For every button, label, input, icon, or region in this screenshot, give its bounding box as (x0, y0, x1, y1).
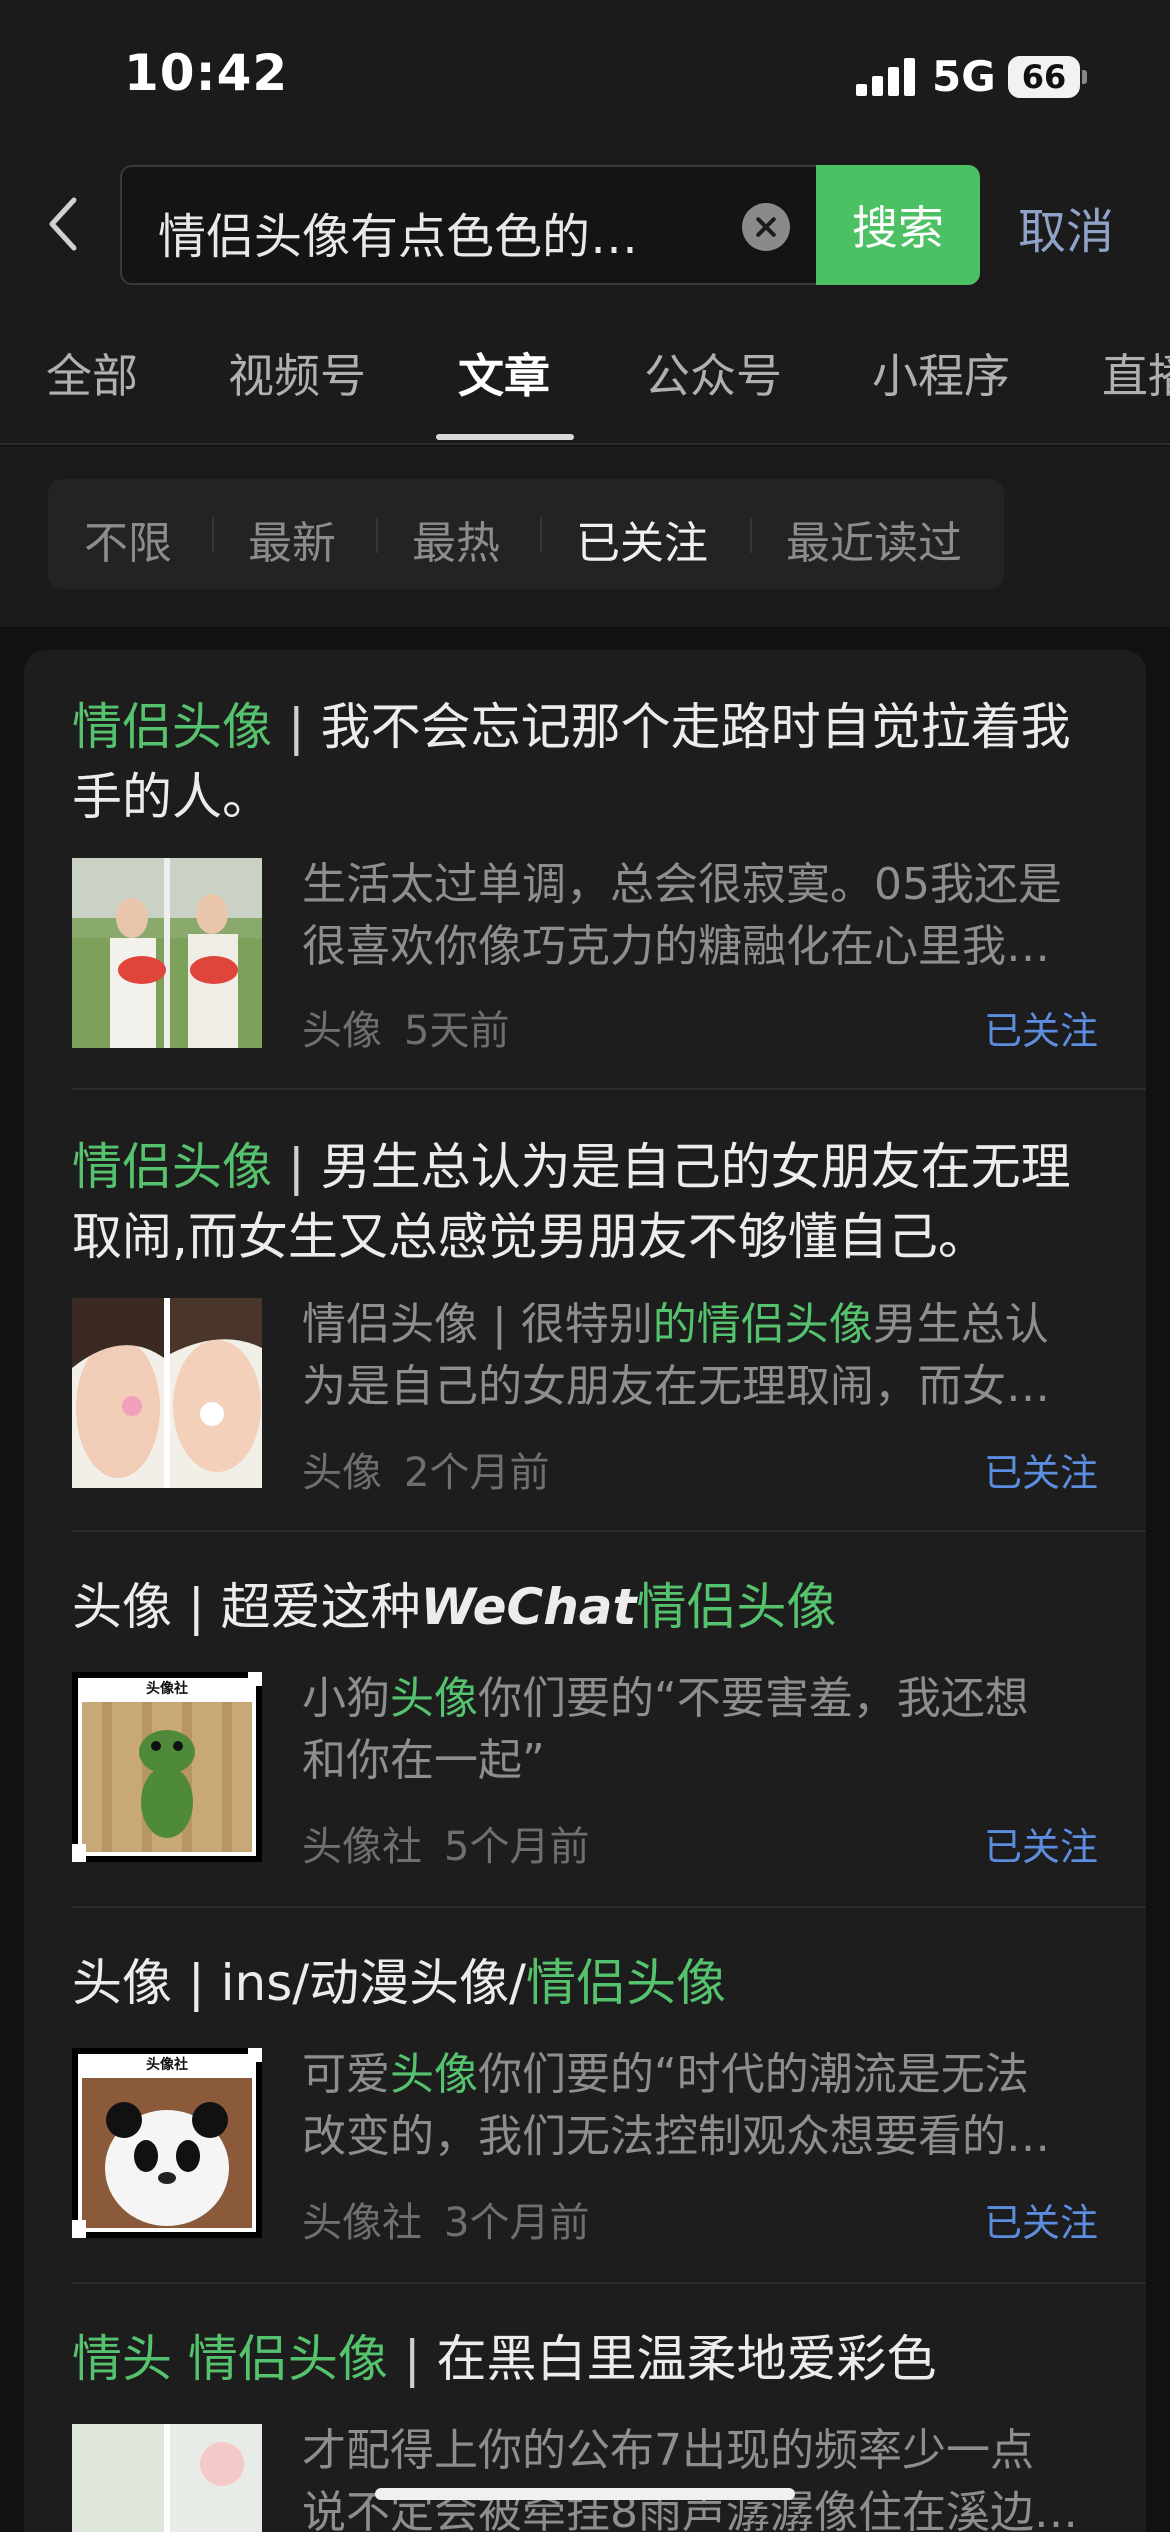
article-title[interactable]: 头像 | ins/动漫头像/情侣头像 (72, 1948, 1102, 2018)
article-title[interactable]: 情侣头像 | 男生总认为是自己的女朋友在无理取闹,而女生又总感觉男朋友不够懂自己… (72, 1132, 1102, 1272)
tab-all[interactable]: 全部 (46, 340, 138, 406)
filter-area: 不限 最新 最热 已关注 最近读过 (0, 447, 1170, 627)
filter-bar: 不限 最新 最热 已关注 最近读过 (48, 479, 1004, 589)
network-type: 5G (932, 52, 996, 101)
results-list: 情侣头像 | 我不会忘记那个走路时自觉拉着我手的人。 生活太过单调，总会很寂寞。… (24, 650, 1146, 2532)
filter-followed[interactable]: 已关注 (576, 507, 708, 571)
article-thumbnail (72, 1298, 262, 1488)
article-time: 5天前 (404, 1008, 510, 1054)
article-title[interactable]: 情头 情侣头像 | 在黑白里温柔地爱彩色 (72, 2324, 1102, 2394)
search-query[interactable]: 情侣头像有点色色的… (158, 197, 638, 267)
article-title[interactable]: 情侣头像 | 我不会忘记那个走路时自觉拉着我手的人。 (72, 692, 1102, 832)
list-item[interactable]: 头像 | ins/动漫头像/情侣头像 头像社 可爱头像你们要的“时代的潮流是无法… (24, 1908, 1146, 2284)
tab-articles[interactable]: 文章 (458, 340, 550, 406)
article-snippet: 小狗头像你们要的“不要害羞，我还想 和你在一起” (302, 1673, 1029, 1786)
article-meta: 头像社 5个月前 (302, 1814, 611, 1872)
article-snippet: 才配得上你的公布7出现的频率少一点 说不定会被牵挂8雨声潺潺像住在溪边… (302, 2425, 1078, 2532)
status-bar: 10:42 5G 66 (0, 0, 1170, 150)
back-arrow-icon[interactable] (40, 194, 90, 254)
thumbnail-label: 头像社 (146, 1681, 188, 1697)
followed-badge: 已关注 (983, 1009, 1098, 1053)
filter-unlimited[interactable]: 不限 (84, 507, 172, 571)
filter-recently-read[interactable]: 最近读过 (786, 507, 962, 571)
category-tabs: 全部 视频号 文章 公众号 小程序 直播 (0, 300, 1170, 445)
article-snippet: 可爱头像你们要的“时代的潮流是无法 改变的，我们无法控制观众想要看的… (302, 2049, 1050, 2162)
list-item[interactable]: 情侣头像 | 我不会忘记那个走路时自觉拉着我手的人。 生活太过单调，总会很寂寞。… (24, 650, 1146, 1090)
article-meta: 头像 5天前 (302, 998, 531, 1056)
battery-percent: 66 (1021, 58, 1067, 96)
article-source: 头像 (302, 1450, 382, 1496)
tab-official-accounts[interactable]: 公众号 (644, 340, 782, 406)
followed-badge: 已关注 (983, 1451, 1098, 1495)
article-time: 5个月前 (444, 1824, 590, 1870)
search-header: 情侣头像有点色色的… 搜索 取消 (0, 150, 1170, 300)
article-meta: 头像社 3个月前 (302, 2190, 611, 2248)
cancel-button[interactable]: 取消 (1018, 192, 1114, 262)
active-tab-indicator (436, 434, 574, 440)
tab-channels[interactable]: 视频号 (228, 340, 366, 406)
article-time: 3个月前 (444, 2200, 590, 2246)
followed-badge: 已关注 (983, 1825, 1098, 1869)
article-snippet: 生活太过单调，总会很寂寞。05我还是 很喜欢你像巧克力的糖融化在心里我… (302, 859, 1062, 972)
article-time: 2个月前 (404, 1450, 550, 1496)
cellular-signal-icon (856, 58, 916, 96)
article-thumbnail (72, 858, 262, 1048)
tab-live[interactable]: 直播 (1102, 340, 1170, 406)
filter-hottest[interactable]: 最热 (412, 507, 500, 571)
status-time: 10:42 (124, 44, 289, 102)
clear-icon[interactable] (742, 203, 790, 251)
filter-latest[interactable]: 最新 (248, 507, 336, 571)
search-button[interactable]: 搜索 (816, 165, 980, 285)
article-title[interactable]: 头像 | 超爱这种WeChat情侣头像 (72, 1572, 1102, 1642)
thumbnail-label: 头像社 (146, 2057, 188, 2073)
article-source: 头像社 (302, 2200, 422, 2246)
article-thumbnail (72, 2424, 262, 2532)
article-thumbnail: 头像社 (72, 1672, 262, 1862)
tab-mini-programs[interactable]: 小程序 (872, 340, 1010, 406)
article-meta: 头像 2个月前 (302, 1440, 571, 1498)
article-source: 头像社 (302, 1824, 422, 1870)
followed-badge: 已关注 (983, 2201, 1098, 2245)
list-item[interactable]: 头像 | 超爱这种WeChat情侣头像 头像社 小狗头像你们要的“不要害羞，我还… (24, 1532, 1146, 1908)
home-indicator[interactable] (375, 2488, 795, 2500)
battery-icon: 66 (1008, 56, 1088, 98)
article-thumbnail: 头像社 (72, 2048, 262, 2238)
article-source: 头像 (302, 1008, 382, 1054)
article-snippet: 情侣头像 | 很特别的情侣头像男生总认 为是自己的女朋友在无理取闹，而女… (302, 1299, 1050, 1412)
list-item[interactable]: 情侣头像 | 男生总认为是自己的女朋友在无理取闹,而女生又总感觉男朋友不够懂自己… (24, 1090, 1146, 1532)
